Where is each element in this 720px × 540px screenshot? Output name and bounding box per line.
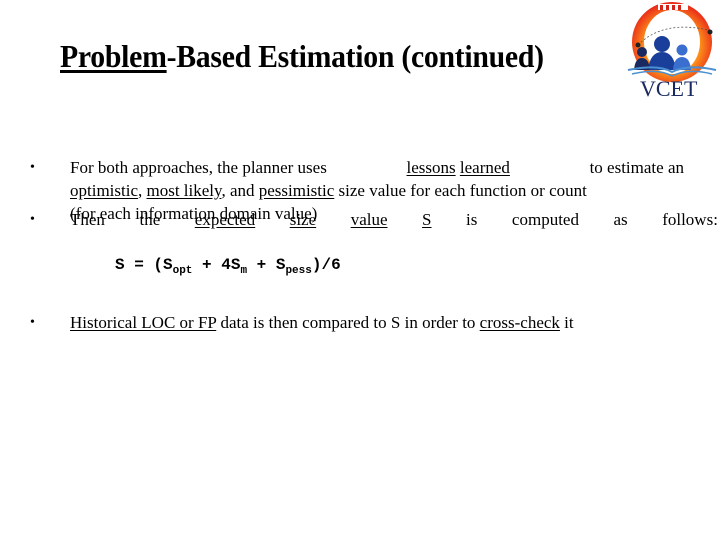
term-s: S (422, 210, 432, 229)
text: For both approaches, the planner uses (70, 158, 327, 177)
term-cross-check: cross-check (479, 313, 560, 332)
text: is (466, 210, 478, 229)
text: Then (70, 210, 105, 229)
formula-part: )/6 (311, 256, 341, 274)
formula-subscript: pess (285, 265, 312, 277)
term-most-likely: most likely (146, 181, 222, 200)
formula-part: S = (S (115, 256, 173, 274)
title-rest: -Based Estimation (continued) (166, 38, 544, 74)
term-optimistic: optimistic (70, 181, 138, 200)
text: the (139, 210, 161, 229)
term-learned: learned (459, 158, 510, 177)
bullet-line: For both approaches, the planner uses le… (70, 156, 684, 179)
term-pessimistic: pessimistic (258, 181, 335, 200)
text: it (564, 313, 574, 332)
term-value: value (350, 210, 388, 229)
text: , and (221, 181, 255, 200)
bullet-icon: • (30, 212, 35, 227)
text: as (613, 210, 628, 229)
logo-text: VCET (640, 76, 698, 100)
text: , (138, 181, 143, 200)
bullet-line: Historical LOC or FP data is then compar… (70, 311, 684, 334)
text: follows: (662, 210, 718, 229)
bullet-icon: • (30, 315, 35, 330)
text: to estimate an (589, 158, 684, 177)
bullet-icon: • (30, 160, 35, 175)
term-expected: expected (194, 210, 256, 229)
formula-subscript: opt (172, 265, 193, 277)
term-historical-loc-fp: Historical LOC or FP (70, 313, 217, 332)
text: computed (511, 210, 579, 229)
bullet-line: optimistic, most likely, and pessimistic… (70, 179, 684, 202)
formula-part: + S (247, 256, 286, 274)
formula-part: + 4S (192, 256, 241, 274)
text: data is then compared to S in order to (220, 313, 476, 332)
text: size value for each function or count (338, 181, 587, 200)
expected-size-formula: S = (Sopt + 4Sm + Spess)/6 (115, 256, 341, 277)
vcet-logo-icon: VCET (618, 0, 720, 101)
bullet-line: Then the expected size value S is comput… (70, 208, 718, 231)
slide-title: Problem-Based Estimation (continued) (60, 38, 544, 75)
term-size: size (289, 210, 317, 229)
title-underlined-word: Problem (60, 38, 167, 74)
term-lessons: lessons (406, 158, 456, 177)
